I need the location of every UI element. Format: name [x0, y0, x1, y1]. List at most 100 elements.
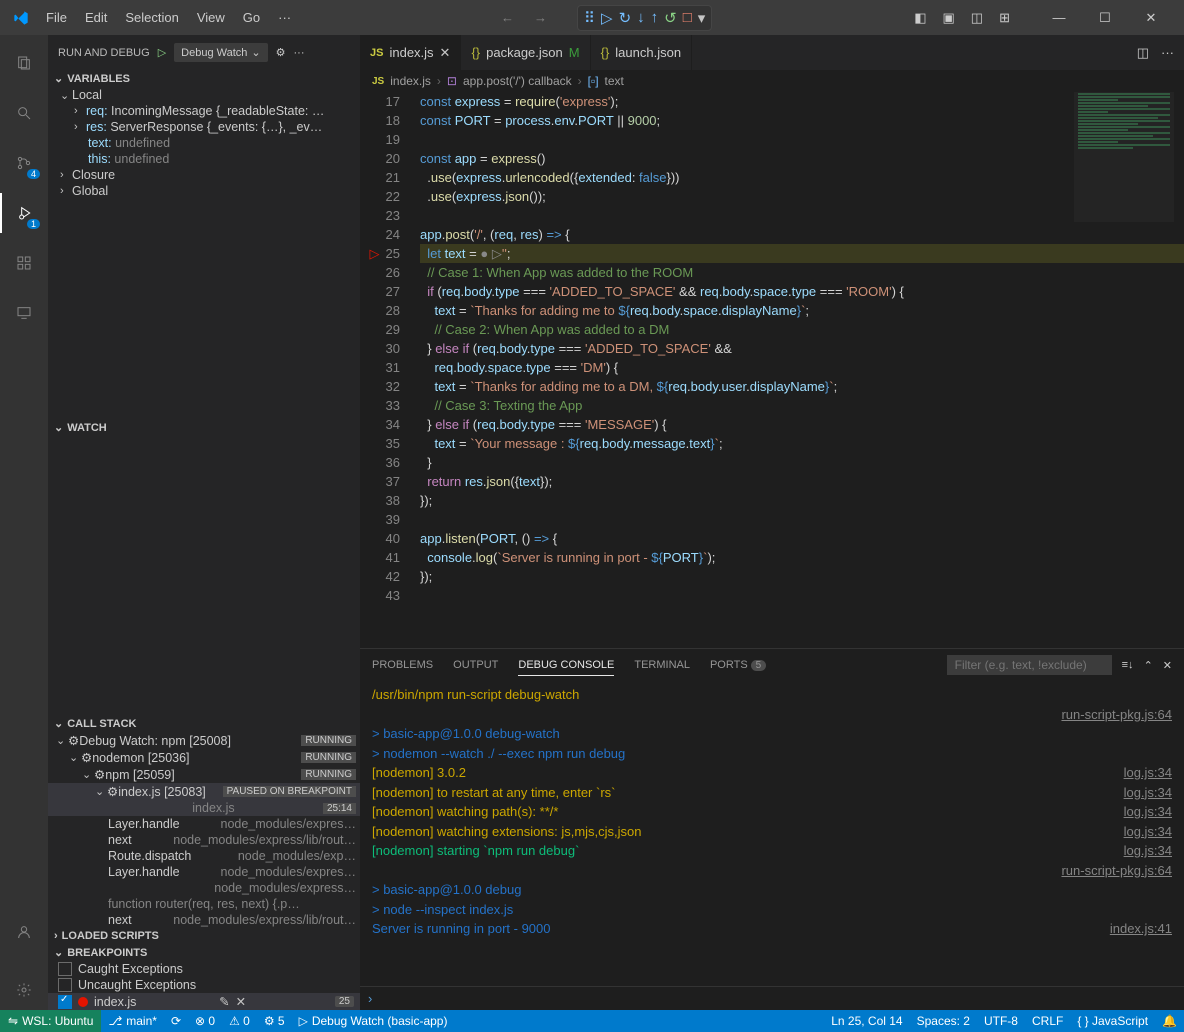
bp-uncaught[interactable]: Uncaught Exceptions: [48, 977, 360, 993]
section-callstack[interactable]: ⌄CALL STACK: [48, 715, 360, 732]
bp-line-badge: 25: [335, 996, 354, 1007]
stop-icon[interactable]: □: [683, 9, 692, 27]
console-settings-icon[interactable]: ≡↓: [1122, 659, 1134, 671]
section-variables[interactable]: ⌄VARIABLES: [48, 70, 360, 87]
panel-right-icon[interactable]: ◫: [971, 10, 983, 26]
drag-handle-icon[interactable]: ⠿: [584, 9, 595, 27]
panel-tab-problems[interactable]: PROBLEMS: [372, 655, 433, 675]
stack-frame[interactable]: Layer.handlenode_modules/expres…: [48, 816, 360, 832]
stack-frame[interactable]: ⌄ ⚙ npm [25059]RUNNING: [48, 766, 360, 783]
status-eol[interactable]: CRLF: [1025, 1014, 1070, 1028]
remote-indicator[interactable]: ⇋WSL: Ubuntu: [0, 1010, 101, 1032]
extensions-icon[interactable]: [0, 243, 48, 283]
stack-frame[interactable]: ⌄ ⚙ index.js [25083]PAUSED ON BREAKPOINT: [48, 783, 360, 800]
edit-icon[interactable]: ✎: [219, 994, 235, 1009]
panel-tab-terminal[interactable]: TERMINAL: [634, 655, 690, 675]
status-sync[interactable]: ⟳: [164, 1014, 188, 1028]
remote-explorer-icon[interactable]: [0, 293, 48, 333]
remove-icon[interactable]: ✕: [236, 994, 252, 1009]
status-bell-icon[interactable]: 🔔: [1155, 1014, 1184, 1028]
debug-toolbar: ⠿ ▷ ↻ ↓ ↑ ↺ □ ▾: [577, 5, 712, 31]
editor-body[interactable]: 1718192021222324▷25262728293031323334353…: [360, 92, 1184, 648]
split-editor-icon[interactable]: ◫: [1137, 45, 1149, 61]
scope-local[interactable]: ⌄Local: [48, 87, 360, 103]
step-over-icon[interactable]: ↻: [619, 9, 632, 27]
stack-frame[interactable]: Route.dispatchnode_modules/exp…: [48, 848, 360, 864]
panel-bottom-icon[interactable]: ▣: [943, 10, 955, 26]
menu-more[interactable]: ···: [270, 6, 299, 29]
step-into-icon[interactable]: ↓: [637, 9, 645, 27]
var-this[interactable]: this: undefined: [48, 151, 360, 167]
stack-frame[interactable]: node_modules/express…: [48, 880, 360, 896]
minimize-button[interactable]: —: [1036, 0, 1082, 35]
account-icon[interactable]: [0, 912, 48, 952]
stack-frame[interactable]: Layer.handlenode_modules/expres…: [48, 864, 360, 880]
var-req[interactable]: ›req: IncomingMessage {_readableState: …: [48, 103, 360, 119]
status-warnings[interactable]: ⚠ 0: [222, 1014, 257, 1028]
panel-tab-debug-console[interactable]: DEBUG CONSOLE: [518, 655, 614, 676]
minimap[interactable]: [1074, 92, 1174, 222]
explorer-icon[interactable]: [0, 43, 48, 83]
start-debug-icon[interactable]: ▷: [158, 46, 166, 59]
debug-config-select[interactable]: Debug Watch⌄: [174, 43, 267, 62]
breadcrumb[interactable]: JS index.js › ⊡ app.post('/') callback ›…: [360, 70, 1184, 92]
bp-caught[interactable]: Caught Exceptions: [48, 961, 360, 977]
panel-close-icon[interactable]: ✕: [1163, 659, 1172, 672]
status-errors[interactable]: ⊗ 0: [188, 1014, 222, 1028]
stack-frame[interactable]: ⌄ ⚙ nodemon [25036]RUNNING: [48, 749, 360, 766]
section-loaded[interactable]: ›LOADED SCRIPTS: [48, 928, 360, 944]
restart-icon[interactable]: ↺: [664, 9, 677, 27]
gear-icon[interactable]: ⚙: [276, 46, 286, 59]
continue-icon[interactable]: ▷: [601, 9, 613, 27]
more-icon[interactable]: ···: [294, 47, 305, 59]
tab-index-js[interactable]: JS index.js ✕: [360, 35, 461, 70]
maximize-button[interactable]: ☐: [1082, 0, 1128, 35]
scope-global[interactable]: ›Global: [48, 183, 360, 199]
search-icon[interactable]: [0, 93, 48, 133]
status-language[interactable]: { } JavaScript: [1070, 1014, 1155, 1028]
settings-icon[interactable]: [0, 970, 48, 1010]
console-filter-input[interactable]: [947, 655, 1112, 675]
panel-tab-output[interactable]: OUTPUT: [453, 655, 498, 675]
scm-icon[interactable]: 4: [0, 143, 48, 183]
section-breakpoints[interactable]: ⌄BREAKPOINTS: [48, 944, 360, 961]
status-cursor[interactable]: Ln 25, Col 14: [824, 1014, 909, 1028]
tab-package-json[interactable]: {} package.json M: [461, 35, 590, 70]
bp-file[interactable]: index.js ✎ ✕ 25: [48, 993, 360, 1010]
menu-go[interactable]: Go: [235, 6, 268, 29]
status-ports[interactable]: ⚙ 5: [257, 1014, 292, 1028]
stack-frame[interactable]: ⌄ ⚙ Debug Watch: npm [25008]RUNNING: [48, 732, 360, 749]
callstack-tree: ⌄ ⚙ Debug Watch: npm [25008]RUNNING⌄ ⚙ n…: [48, 732, 360, 928]
run-debug-icon[interactable]: 1: [0, 193, 48, 233]
var-text[interactable]: text: undefined: [48, 135, 360, 151]
menu-edit[interactable]: Edit: [77, 6, 115, 29]
stack-frame[interactable]: index.js25:14: [48, 800, 360, 816]
section-watch[interactable]: ⌄WATCH: [48, 419, 360, 436]
nav-forward-icon[interactable]: →: [534, 10, 547, 25]
console-output[interactable]: /usr/bin/npm run-script debug-watch run-…: [360, 681, 1184, 986]
status-spaces[interactable]: Spaces: 2: [910, 1014, 977, 1028]
panel-left-icon[interactable]: ◧: [914, 10, 926, 26]
tab-launch-json[interactable]: {} launch.json: [591, 35, 692, 70]
var-res[interactable]: ›res: ServerResponse {_events: {…}, _ev…: [48, 119, 360, 135]
status-encoding[interactable]: UTF-8: [977, 1014, 1025, 1028]
menu-selection[interactable]: Selection: [117, 6, 186, 29]
tab-more-icon[interactable]: ···: [1161, 45, 1174, 60]
step-out-icon[interactable]: ↑: [651, 9, 659, 27]
layout-icon[interactable]: ⊞: [999, 10, 1010, 26]
stack-frame[interactable]: nextnode_modules/express/lib/rout…: [48, 832, 360, 848]
scope-closure[interactable]: ›Closure: [48, 167, 360, 183]
menu-file[interactable]: File: [38, 6, 75, 29]
debug-more-icon[interactable]: ▾: [698, 9, 706, 27]
close-tab-icon[interactable]: ✕: [440, 45, 451, 61]
panel-tab-ports[interactable]: PORTS5: [710, 655, 766, 675]
stack-frame[interactable]: nextnode_modules/express/lib/rout…: [48, 912, 360, 928]
menu-view[interactable]: View: [189, 6, 233, 29]
console-input[interactable]: ›: [360, 986, 1184, 1010]
nav-back-icon[interactable]: ←: [501, 10, 514, 25]
status-debug-session[interactable]: ▷Debug Watch (basic-app): [292, 1014, 455, 1028]
status-branch[interactable]: ⎇main*: [101, 1014, 164, 1028]
close-window-button[interactable]: ✕: [1128, 0, 1174, 35]
panel-maximize-icon[interactable]: ⌃: [1144, 659, 1153, 672]
stack-frame[interactable]: function router(req, res, next) {.p…: [48, 896, 360, 912]
